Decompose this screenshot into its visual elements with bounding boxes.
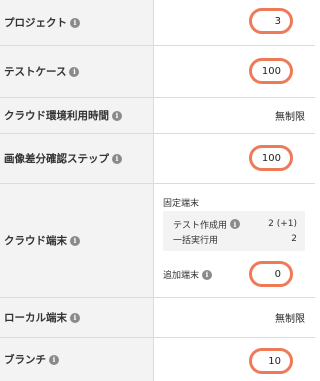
row-branch: ブランチ i 10 [0,338,315,381]
fixed-devices-box: テスト作成用 i 2 (+1) 一括実行用 2 [163,211,305,251]
project-value: 3 [274,15,281,27]
fixed-device-value: 2 [291,234,297,244]
row-label: 画像差分確認ステップ i [4,134,122,183]
plan-limits-table: プロジェクト i 3 テストケース i 100 クラウド環境利用時間 i 無制限… [0,0,315,381]
testcase-input[interactable]: 100 [249,58,293,84]
row-image-diff: 画像差分確認ステップ i 100 [0,134,315,184]
additional-devices-value: 0 [274,268,281,280]
row-project: プロジェクト i 3 [0,0,315,46]
row-label: プロジェクト i [4,0,80,45]
project-label: プロジェクト [4,17,67,29]
cloud-time-label: クラウド環境利用時間 [4,110,109,122]
info-icon[interactable]: i [49,354,59,365]
info-icon[interactable]: i [112,110,122,121]
additional-devices-label: 追加端末 i [163,268,213,281]
testcase-label: テストケース [4,66,67,78]
fixed-device-label: テスト作成用 i [173,218,241,231]
image-diff-input[interactable]: 100 [249,145,293,171]
info-icon[interactable]: i [69,66,80,77]
row-local-device: ローカル端末 i 無制限 [0,298,315,338]
fixed-devices-heading: 固定端末 [163,199,200,209]
info-icon[interactable]: i [230,219,241,229]
row-label: クラウド環境利用時間 i [4,98,122,133]
testcase-value: 100 [261,65,281,77]
branch-input[interactable]: 10 [249,348,293,374]
info-icon[interactable]: i [70,312,80,323]
project-input[interactable]: 3 [249,8,293,34]
image-diff-value: 100 [261,152,281,164]
row-label: ブランチ i [4,338,59,381]
image-diff-label: 画像差分確認ステップ [4,153,109,165]
info-icon[interactable]: i [70,17,80,28]
local-device-value: 無制限 [275,314,305,325]
branch-value: 10 [268,355,281,367]
row-label: クラウド端末 i [4,184,80,297]
cloud-time-value: 無制限 [275,112,305,123]
fixed-device-row: 一括実行用 2 [173,232,297,246]
branch-label: ブランチ [4,354,46,366]
row-label: ローカル端末 i [4,298,80,337]
info-icon[interactable]: i [112,153,122,164]
fixed-device-row: テスト作成用 i 2 (+1) [173,217,297,231]
fixed-device-label: 一括実行用 [173,235,219,246]
local-device-label: ローカル端末 [4,312,67,324]
info-icon[interactable]: i [202,269,213,280]
row-testcase: テストケース i 100 [0,46,315,98]
info-icon[interactable]: i [70,235,80,246]
fixed-device-value: 2 (+1) [268,219,297,229]
cloud-device-label: クラウド端末 [4,235,67,247]
additional-devices-input[interactable]: 0 [249,261,293,287]
row-cloud-time: クラウド環境利用時間 i 無制限 [0,98,315,134]
row-label: テストケース i [4,46,80,97]
